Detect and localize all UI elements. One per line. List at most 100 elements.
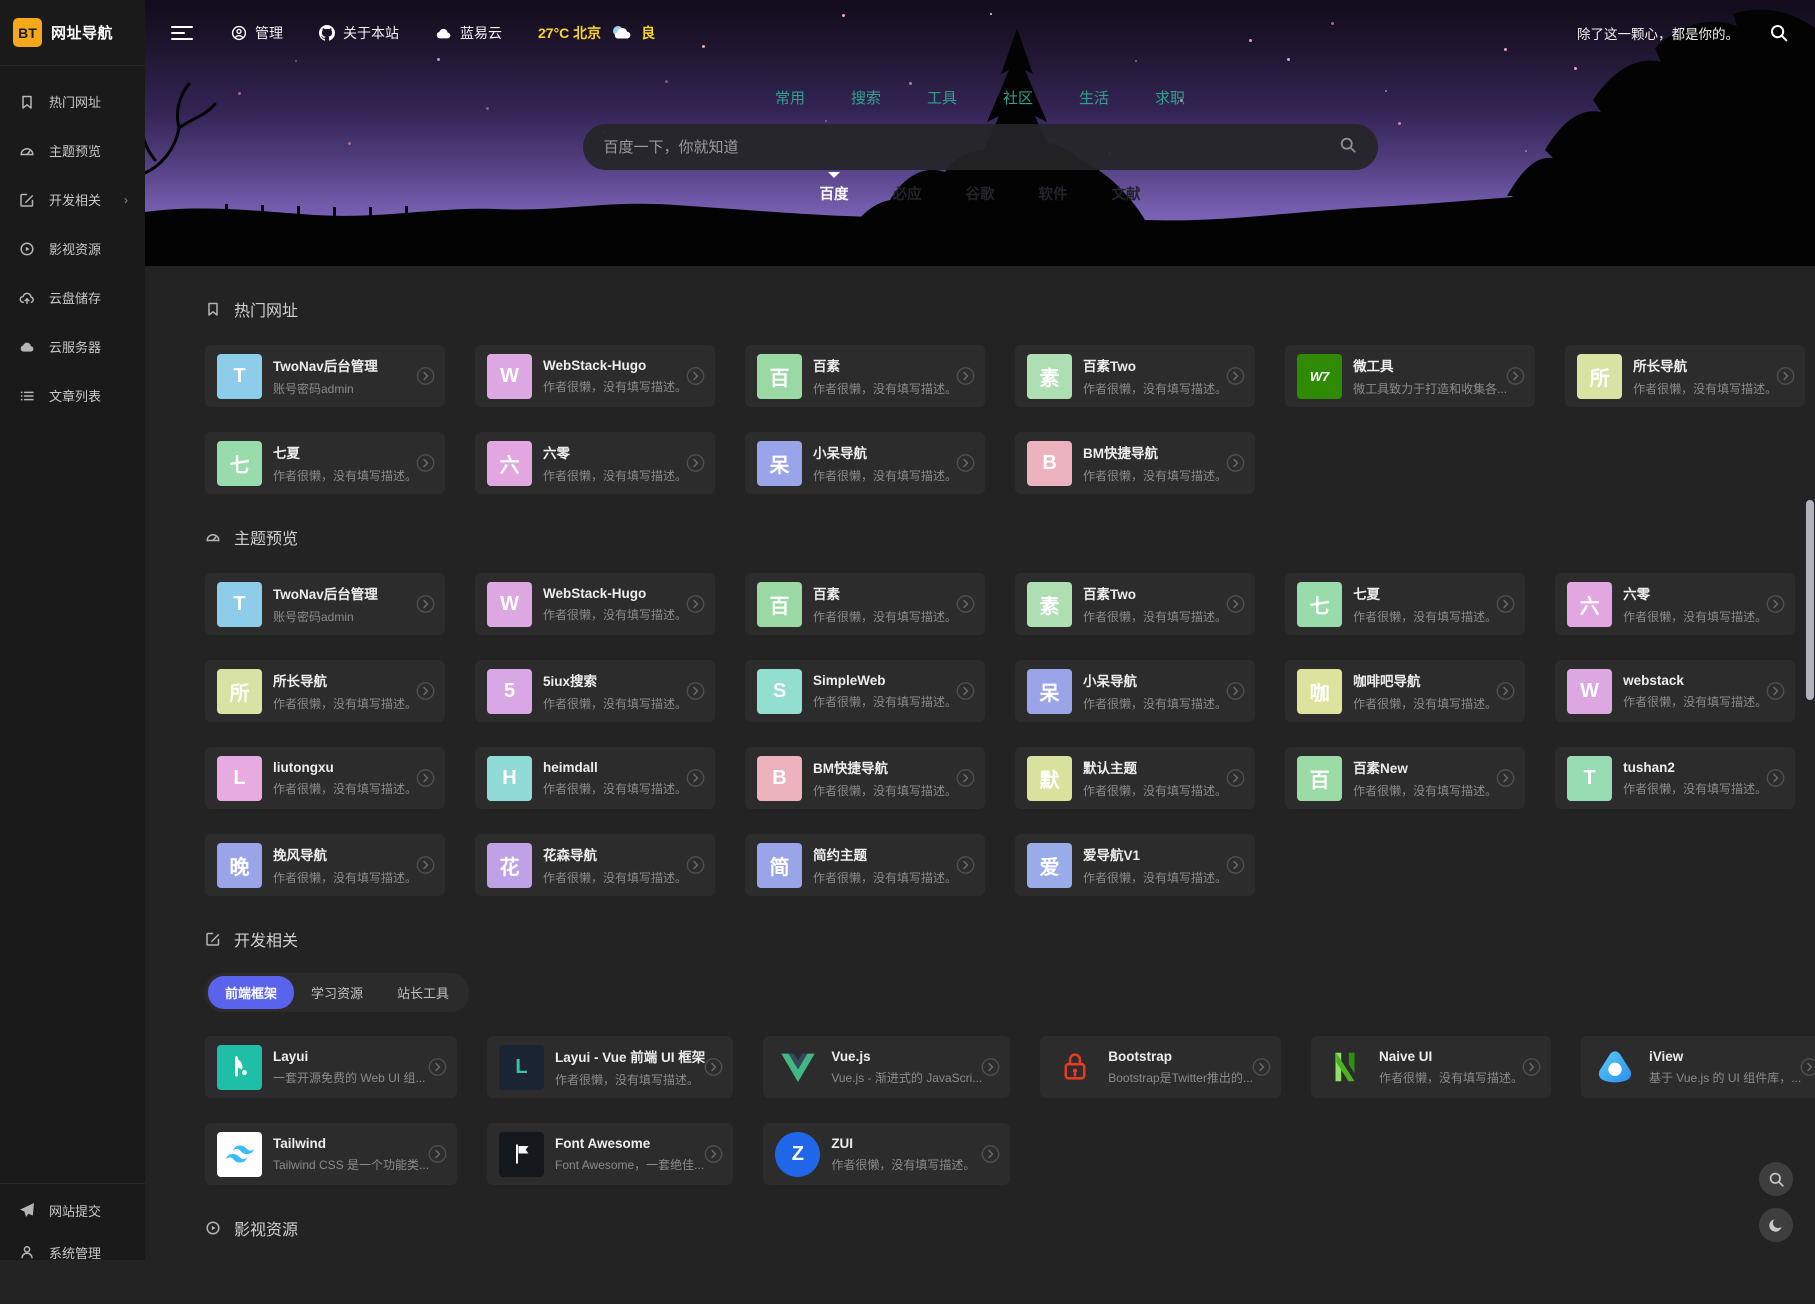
- chevron-circle-icon[interactable]: [1496, 682, 1515, 701]
- hero-tab-jobs[interactable]: 求职: [1155, 87, 1185, 108]
- site-card[interactable]: iView基于 Vue.js 的 UI 组件库，...: [1581, 1036, 1815, 1098]
- chevron-circle-icon[interactable]: [416, 454, 435, 473]
- chevron-circle-icon[interactable]: [1800, 1058, 1815, 1077]
- chevron-circle-icon[interactable]: [956, 856, 975, 875]
- chevron-circle-icon[interactable]: [686, 682, 705, 701]
- chevron-circle-icon[interactable]: [428, 1145, 447, 1164]
- chevron-circle-icon[interactable]: [1226, 856, 1245, 875]
- chevron-circle-icon[interactable]: [686, 595, 705, 614]
- chevron-circle-icon[interactable]: [686, 769, 705, 788]
- engine-tab-software[interactable]: 软件: [1039, 183, 1068, 204]
- dev-tab-learning-resources[interactable]: 学习资源: [294, 976, 380, 1009]
- chevron-circle-icon[interactable]: [1506, 367, 1525, 386]
- site-card[interactable]: 晚挽风导航作者很懒，没有填写描述。: [205, 834, 445, 896]
- chevron-circle-icon[interactable]: [1766, 595, 1785, 614]
- sidebar-item-cloud-storage[interactable]: 云盘储存: [0, 273, 145, 322]
- chevron-circle-icon[interactable]: [686, 454, 705, 473]
- engine-tab-literature[interactable]: 文献: [1112, 183, 1141, 204]
- site-card[interactable]: Lliutongxu作者很懒，没有填写描述。: [205, 747, 445, 809]
- chevron-circle-icon[interactable]: [1226, 454, 1245, 473]
- site-card[interactable]: TTwoNav后台管理账号密码admin: [205, 345, 445, 407]
- chevron-circle-icon[interactable]: [1226, 769, 1245, 788]
- site-card[interactable]: BBM快捷导航作者很懒，没有填写描述。: [745, 747, 985, 809]
- site-card[interactable]: Vue.jsVue.js - 渐进式的 JavaScri...: [763, 1036, 1010, 1098]
- floating-theme-toggle-button[interactable]: [1759, 1208, 1793, 1242]
- chevron-circle-icon[interactable]: [416, 769, 435, 788]
- topbar-item-admin[interactable]: 管理: [231, 23, 283, 43]
- site-card[interactable]: WWebStack-Hugo作者很懒，没有填写描述。: [475, 573, 715, 635]
- site-card[interactable]: 爱爱导航V1作者很懒，没有填写描述。: [1015, 834, 1255, 896]
- sidebar-item-site-submit[interactable]: 网站提交: [0, 1189, 145, 1231]
- site-card[interactable]: Wwebstack作者很懒，没有填写描述。: [1555, 660, 1795, 722]
- chevron-circle-icon[interactable]: [1496, 595, 1515, 614]
- chevron-circle-icon[interactable]: [416, 856, 435, 875]
- site-card[interactable]: ZZUI作者很懒，没有填写描述。: [763, 1123, 1010, 1185]
- site-card[interactable]: 呆小呆导航作者很懒，没有填写描述。: [1015, 660, 1255, 722]
- chevron-circle-icon[interactable]: [1226, 367, 1245, 386]
- floating-search-button[interactable]: [1759, 1162, 1793, 1196]
- chevron-circle-icon[interactable]: [1766, 682, 1785, 701]
- engine-tab-bing[interactable]: 必应: [893, 183, 922, 204]
- chevron-circle-icon[interactable]: [981, 1058, 1000, 1077]
- chevron-circle-icon[interactable]: [416, 682, 435, 701]
- chevron-circle-icon[interactable]: [956, 595, 975, 614]
- site-card[interactable]: 55iux搜索作者很懒，没有填写描述。: [475, 660, 715, 722]
- chevron-circle-icon[interactable]: [1226, 595, 1245, 614]
- engine-tab-baidu[interactable]: 百度: [820, 183, 849, 204]
- site-card[interactable]: BootstrapBootstrap是Twitter推出的...: [1040, 1036, 1281, 1098]
- chevron-circle-icon[interactable]: [704, 1145, 723, 1164]
- site-card[interactable]: Naive UI作者很懒，没有填写描述。: [1311, 1036, 1551, 1098]
- site-card[interactable]: 所所长导航作者很懒，没有填写描述。: [1565, 345, 1805, 407]
- chevron-circle-icon[interactable]: [1776, 367, 1795, 386]
- sidebar-item-hot-sites[interactable]: 热门网址: [0, 77, 145, 126]
- site-card[interactable]: WWebStack-Hugo作者很懒，没有填写描述。: [475, 345, 715, 407]
- chevron-circle-icon[interactable]: [1226, 682, 1245, 701]
- engine-tab-google[interactable]: 谷歌: [966, 183, 995, 204]
- search-icon[interactable]: [1339, 136, 1357, 159]
- site-card[interactable]: 默默认主题作者很懒，没有填写描述。: [1015, 747, 1255, 809]
- topbar-item-lanyiyun[interactable]: 蓝易云: [435, 23, 502, 43]
- chevron-circle-icon[interactable]: [1496, 769, 1515, 788]
- chevron-circle-icon[interactable]: [956, 769, 975, 788]
- search-icon[interactable]: [1769, 23, 1789, 43]
- chevron-circle-icon[interactable]: [956, 682, 975, 701]
- chevron-circle-icon[interactable]: [981, 1145, 1000, 1164]
- dev-tab-frontend-framework[interactable]: 前端框架: [208, 976, 294, 1009]
- sidebar-item-theme-preview[interactable]: 主题预览: [0, 126, 145, 175]
- chevron-circle-icon[interactable]: [686, 856, 705, 875]
- site-card[interactable]: 花花森导航作者很懒，没有填写描述。: [475, 834, 715, 896]
- site-card[interactable]: 素百素Two作者很懒，没有填写描述。: [1015, 573, 1255, 635]
- hero-tab-search[interactable]: 搜索: [851, 87, 881, 108]
- site-card[interactable]: 六六零作者很懒，没有填写描述。: [475, 432, 715, 494]
- site-card[interactable]: 呆小呆导航作者很懒，没有填写描述。: [745, 432, 985, 494]
- site-card[interactable]: Font AwesomeFont Awesome，一套绝佳...: [487, 1123, 733, 1185]
- site-card[interactable]: 七七夏作者很懒，没有填写描述。: [1285, 573, 1525, 635]
- sidebar-item-article-list[interactable]: 文章列表: [0, 371, 145, 420]
- site-card[interactable]: 百百素New作者很懒，没有填写描述。: [1285, 747, 1525, 809]
- search-input[interactable]: [604, 139, 1339, 156]
- sidebar-item-dev-related[interactable]: 开发相关›: [0, 175, 145, 224]
- site-card[interactable]: Hheimdall作者很懒，没有填写描述。: [475, 747, 715, 809]
- site-card[interactable]: 百百素作者很懒，没有填写描述。: [745, 573, 985, 635]
- chevron-circle-icon[interactable]: [704, 1058, 723, 1077]
- hero-tab-common[interactable]: 常用: [775, 87, 805, 108]
- site-card[interactable]: 咖咖啡吧导航作者很懒，没有填写描述。: [1285, 660, 1525, 722]
- topbar-item-about[interactable]: 关于本站: [319, 23, 399, 43]
- chevron-circle-icon[interactable]: [416, 595, 435, 614]
- hero-tab-tools[interactable]: 工具: [927, 87, 957, 108]
- chevron-circle-icon[interactable]: [416, 367, 435, 386]
- site-card[interactable]: 七七夏作者很懒，没有填写描述。: [205, 432, 445, 494]
- site-card[interactable]: BBM快捷导航作者很懒，没有填写描述。: [1015, 432, 1255, 494]
- site-card[interactable]: 六六零作者很懒，没有填写描述。: [1555, 573, 1795, 635]
- site-card[interactable]: 百百素作者很懒，没有填写描述。: [745, 345, 985, 407]
- site-card[interactable]: Ttushan2作者很懒，没有填写描述。: [1555, 747, 1795, 809]
- site-card[interactable]: TTwoNav后台管理账号密码admin: [205, 573, 445, 635]
- dev-tab-webmaster-tools[interactable]: 站长工具: [380, 976, 466, 1009]
- site-card[interactable]: 素百素Two作者很懒，没有填写描述。: [1015, 345, 1255, 407]
- site-card[interactable]: TailwindTailwind CSS 是一个功能类...: [205, 1123, 457, 1185]
- site-card[interactable]: SSimpleWeb作者很懒，没有填写描述。: [745, 660, 985, 722]
- menu-toggle-icon[interactable]: [171, 22, 195, 44]
- chevron-circle-icon[interactable]: [1766, 769, 1785, 788]
- chevron-circle-icon[interactable]: [956, 454, 975, 473]
- chevron-circle-icon[interactable]: [428, 1058, 447, 1077]
